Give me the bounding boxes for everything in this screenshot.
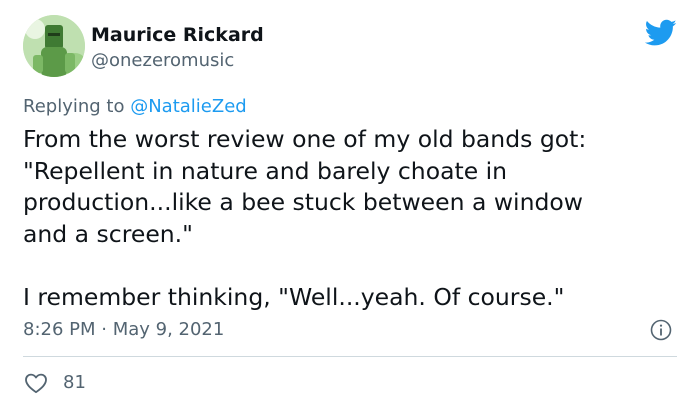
info-icon[interactable] (650, 319, 672, 341)
tweet-text: From the worst review one of my old band… (23, 124, 683, 313)
tweet-timestamp[interactable]: 8:26 PM · May 9, 2021 (23, 318, 224, 342)
replying-to-prefix: Replying to (23, 96, 131, 117)
heart-icon[interactable] (24, 372, 48, 394)
avatar-image (23, 15, 85, 77)
tweet-line: I remember thinking, "Well...yeah. Of co… (23, 282, 565, 311)
twitter-bird-icon[interactable] (645, 19, 677, 47)
tweet-line: "Repellent in nature and barely choate i… (23, 156, 508, 185)
author-display-name[interactable]: Maurice Rickard (91, 22, 264, 48)
avatar[interactable] (23, 15, 85, 77)
reply-mention-link[interactable]: @NatalieZed (130, 96, 247, 117)
tweet-line: production...like a bee stuck between a … (23, 188, 583, 216)
tweet-card: Maurice Rickard @onezeromusic Replying t… (0, 0, 700, 411)
like-count: 81 (63, 372, 86, 393)
tweet-line: From the worst review one of my old band… (23, 125, 587, 153)
tweet-line: and a screen." (23, 219, 193, 248)
divider (23, 356, 677, 357)
replying-to: Replying to @NatalieZed (23, 95, 247, 119)
author-handle[interactable]: @onezeromusic (91, 49, 234, 73)
